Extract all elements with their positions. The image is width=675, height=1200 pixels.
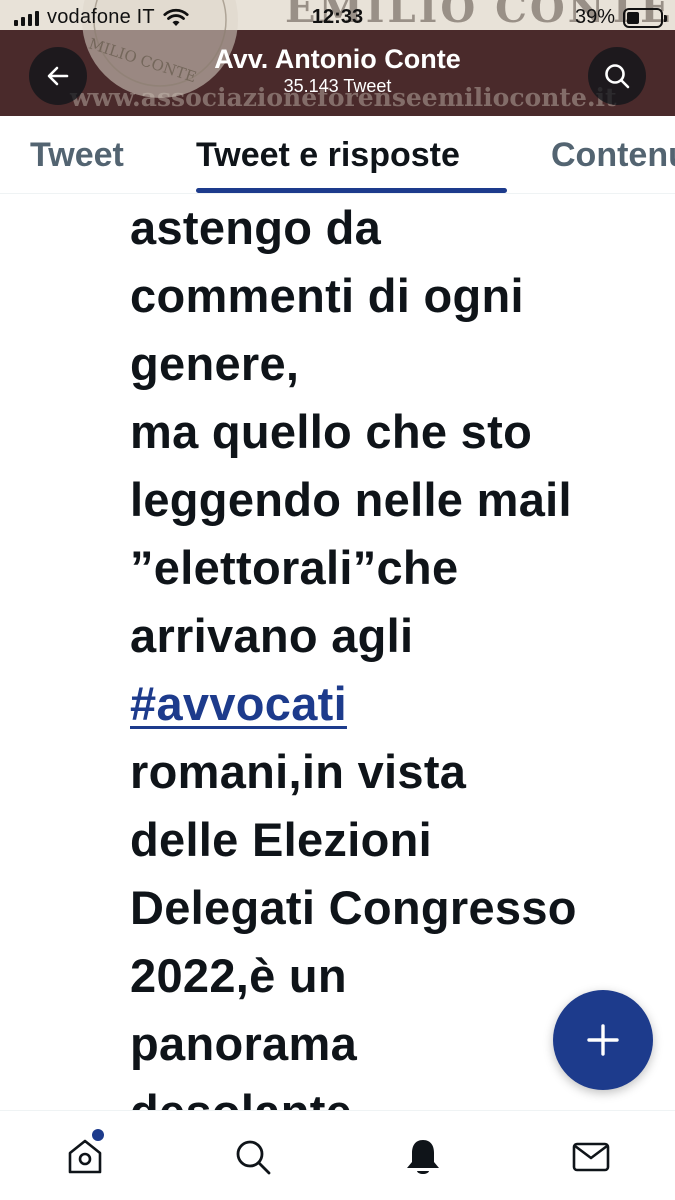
bottom-navigation — [0, 1110, 675, 1200]
tweet-line: ma quello che sto — [130, 405, 533, 458]
nav-home[interactable] — [61, 1133, 109, 1181]
notification-dot — [92, 1129, 104, 1141]
tab-selected-indicator — [196, 188, 507, 193]
tweet-line: arrivano agli — [130, 609, 414, 662]
search-icon — [236, 1140, 271, 1175]
tweet-line: genere, — [130, 337, 300, 390]
tweet-line: romani,in vista — [130, 745, 467, 798]
battery-percent: 39% — [574, 6, 615, 28]
battery-icon — [623, 7, 667, 28]
status-bar: vodafone IT 12:33 39% — [0, 0, 675, 36]
tweet-line: delle Elezioni — [130, 813, 432, 866]
hashtag-link[interactable]: #avvocati — [130, 677, 347, 730]
tab-media[interactable]: Contenuti multimediali — [551, 116, 675, 193]
search-icon — [605, 64, 630, 89]
home-icon — [68, 1139, 102, 1174]
nav-notifications[interactable] — [399, 1133, 447, 1181]
status-time: 12:33 — [311, 6, 364, 28]
bell-icon — [407, 1140, 439, 1174]
nav-messages[interactable] — [567, 1133, 615, 1181]
profile-name: Avv. Antonio Conte — [214, 44, 461, 74]
tab-tweet-e-risposte[interactable]: Tweet e risposte — [196, 116, 460, 193]
tweet-line: astengo da — [130, 201, 382, 254]
tab-tweet[interactable]: Tweet — [30, 116, 124, 193]
profile-banner: MILIO CONTE EMILIO CONTE www.associazion… — [0, 0, 675, 116]
search-button[interactable] — [588, 47, 646, 105]
tweet-line: Delegati Congresso — [130, 881, 577, 934]
compose-tweet-button[interactable] — [553, 990, 653, 1090]
tweet-line: ”elettorali”che — [130, 541, 459, 594]
tweet-line: commenti di ogni — [130, 269, 524, 322]
tweet-line: leggendo nelle mail — [130, 473, 572, 526]
nav-search[interactable] — [229, 1133, 277, 1181]
mail-icon — [572, 1142, 610, 1172]
plus-icon — [587, 1024, 619, 1056]
tweet-count: 35.143 Tweet — [283, 76, 392, 96]
profile-tabs: Tweet Tweet e risposte Contenuti multime… — [0, 116, 675, 194]
